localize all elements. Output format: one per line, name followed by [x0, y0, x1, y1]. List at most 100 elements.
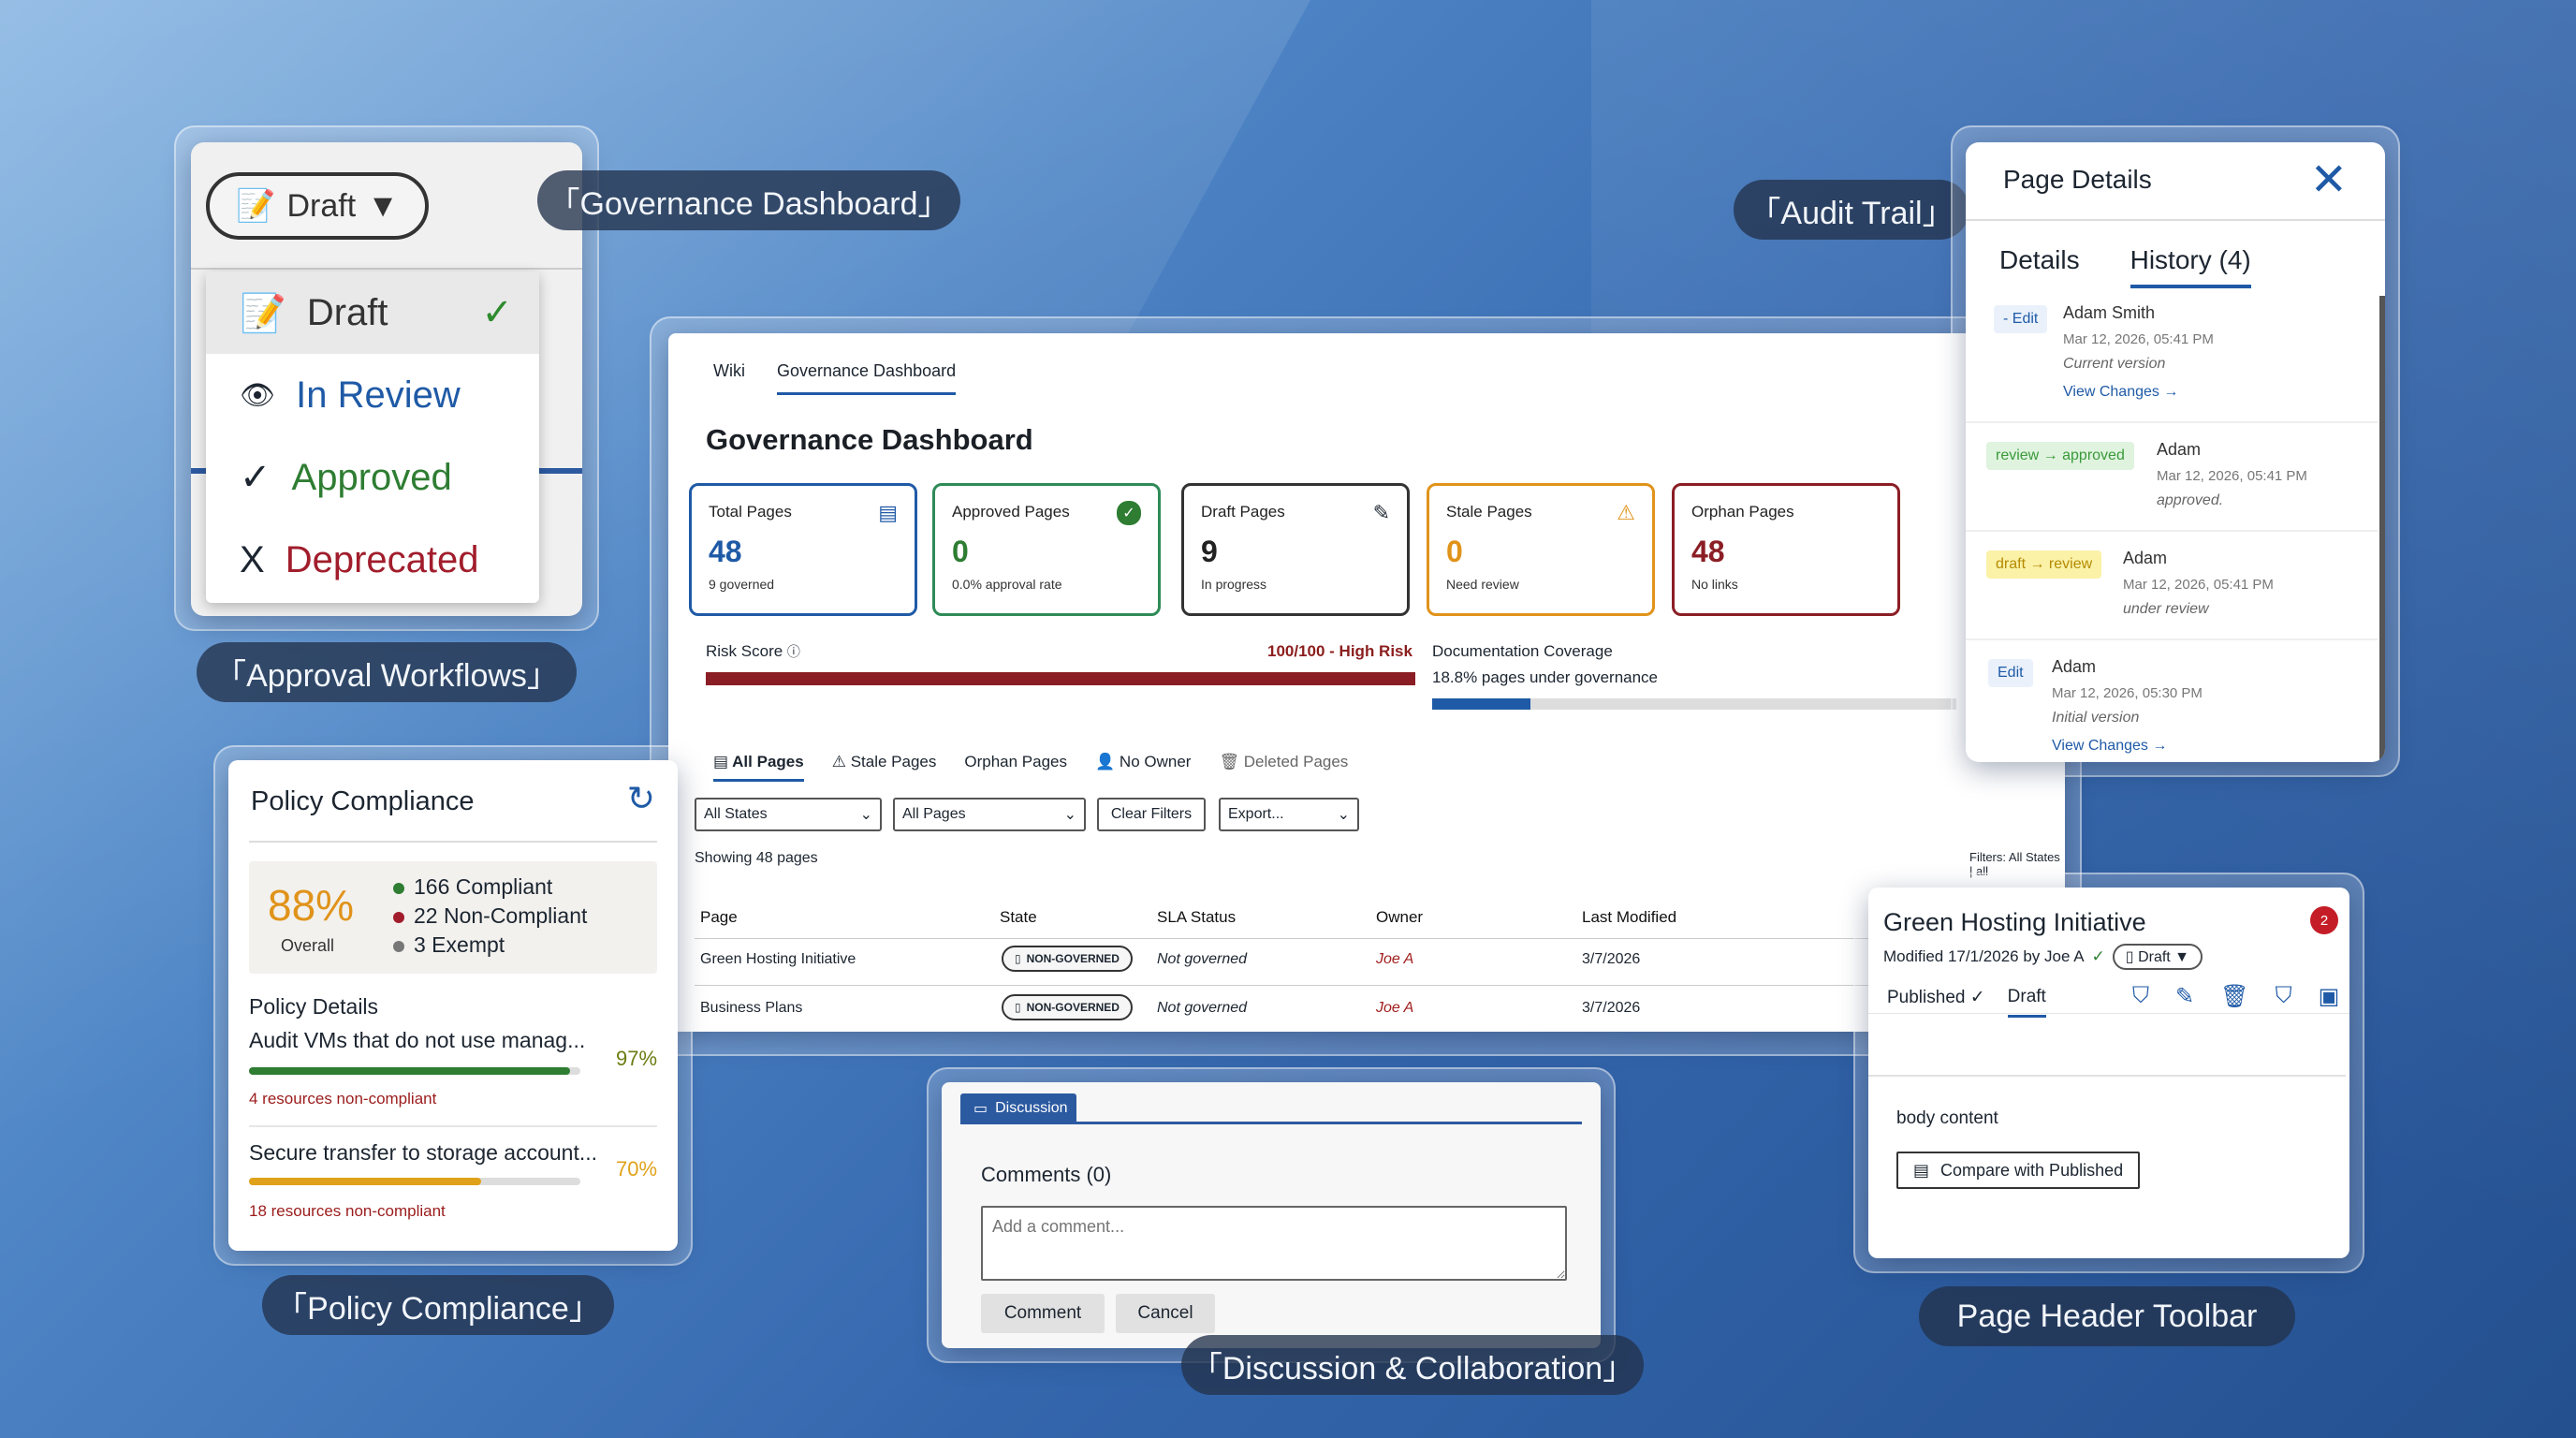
- tab-details[interactable]: Details: [1999, 245, 2080, 288]
- menu-item-draft[interactable]: 📝 Draft ✓: [206, 271, 539, 354]
- tab-orphan-pages[interactable]: Orphan Pages: [964, 753, 1067, 782]
- policy-percentage: 97%: [616, 1047, 658, 1070]
- cancel-button[interactable]: Cancel: [1116, 1294, 1215, 1333]
- toolbar-actions: ⛉ ✎ 🗑 ⛉ ▣: [2132, 983, 2339, 1010]
- state-badge: ▯ NON-GOVERNED: [1002, 946, 1133, 972]
- cell-page[interactable]: Business Plans: [700, 1000, 802, 1017]
- tab-all-pages[interactable]: ▤ All Pages: [713, 753, 804, 782]
- tab-underline: [960, 1122, 1582, 1124]
- stat-sub: 0.0% approval rate: [952, 577, 1062, 592]
- policy-name[interactable]: Audit VMs that do not use manag...: [249, 1028, 585, 1053]
- check-icon: ✓: [240, 457, 271, 498]
- compliance-summary: 88% Overall 166 Compliant 22 Non-Complia…: [249, 861, 657, 974]
- scrollbar[interactable]: [2379, 296, 2385, 762]
- approval-workflow-card: 📝 Draft ▼ 📝 Draft ✓ 👁 In Review ✓ Approv…: [191, 142, 582, 616]
- chevron-down-icon: ⌄: [1337, 807, 1350, 823]
- cell-page[interactable]: Green Hosting Initiative: [700, 951, 856, 968]
- compare-with-published-button[interactable]: ▤ Compare with Published: [1896, 1152, 2141, 1189]
- clear-filters-button[interactable]: Clear Filters: [1097, 798, 1206, 831]
- menu-item-label: Deprecated: [285, 538, 479, 580]
- divider: [1966, 421, 2378, 423]
- tab-governance-dashboard[interactable]: Governance Dashboard: [777, 361, 957, 395]
- state-dropdown-button[interactable]: 📝 Draft ▼: [206, 172, 429, 240]
- refresh-icon[interactable]: ↻: [627, 779, 655, 818]
- divider: [1868, 1075, 2346, 1077]
- badge-text: NON-GOVERNED: [1026, 952, 1120, 965]
- stat-sub: Need review: [1446, 577, 1519, 592]
- page-title: Green Hosting Initiative: [1883, 908, 2146, 936]
- compliance-legend: 166 Compliant 22 Non-Compliant 3 Exempt: [393, 873, 587, 960]
- info-icon: ⓘ: [786, 644, 800, 659]
- document-icon: ▯: [2125, 949, 2134, 965]
- history-note: Current version: [2063, 356, 2166, 372]
- history-tag: draft → review: [1986, 550, 2102, 579]
- legend-text: 3 Exempt: [414, 932, 505, 957]
- coverage-bar-track: [1432, 698, 1956, 710]
- non-compliant-count[interactable]: 4 resources non-compliant: [249, 1090, 436, 1108]
- tab-no-owner[interactable]: 👤 No Owner: [1095, 753, 1191, 782]
- x-icon: X: [240, 538, 265, 580]
- policy-bar-fill: [249, 1067, 571, 1075]
- pages-select[interactable]: All Pages ⌄: [893, 798, 1086, 831]
- tab-deleted-pages[interactable]: 🗑 Deleted Pages: [1219, 753, 1348, 782]
- draft-state-dropdown[interactable]: ▯ Draft ▼: [2112, 944, 2203, 970]
- menu-item-deprecated[interactable]: X Deprecated: [206, 519, 539, 601]
- stat-card-approved-pages[interactable]: Approved Pages 0 0.0% approval rate ✓: [932, 483, 1161, 616]
- tab-history[interactable]: History (4): [2130, 245, 2251, 288]
- menu-item-in-review[interactable]: 👁 In Review: [206, 354, 539, 436]
- save-icon[interactable]: ▣: [2319, 983, 2340, 1010]
- close-icon[interactable]: ✕: [2310, 154, 2348, 206]
- cell-sla: Not governed: [1157, 1000, 1248, 1016]
- view-changes-link[interactable]: View Changes →: [2063, 384, 2178, 401]
- pencil-icon[interactable]: ✎: [2175, 983, 2194, 1010]
- comments-heading: Comments (0): [981, 1163, 1112, 1186]
- stat-card-orphan-pages[interactable]: Orphan Pages 48 No links: [1672, 483, 1900, 616]
- stat-sub: No links: [1691, 577, 1738, 592]
- page-header-card: Green Hosting Initiative 2 Modified 17/1…: [1868, 888, 2349, 1258]
- divider: [1868, 1013, 2349, 1014]
- stat-card-total-pages[interactable]: Total Pages 48 9 governed ▤: [689, 483, 917, 616]
- view-changes-link[interactable]: View Changes →: [2052, 738, 2167, 755]
- tab-wiki[interactable]: Wiki: [713, 361, 745, 395]
- menu-item-approved[interactable]: ✓ Approved: [206, 436, 539, 519]
- approval-workflows-label: 「Approval Workflows」: [197, 642, 577, 702]
- non-compliant-count[interactable]: 18 resources non-compliant: [249, 1202, 446, 1221]
- stat-sub: In progress: [1201, 577, 1267, 592]
- card-title: Policy Compliance: [251, 786, 475, 816]
- policy-bar-track: [249, 1067, 580, 1075]
- check-circle-icon: ✓: [1117, 501, 1141, 525]
- history-author: Adam Smith: [2063, 303, 2156, 322]
- states-select[interactable]: All States ⌄: [695, 798, 882, 831]
- column-header-page[interactable]: Page: [700, 908, 738, 927]
- trash-icon[interactable]: 🗑: [2220, 983, 2248, 1010]
- notification-badge[interactable]: 2: [2310, 906, 2338, 934]
- shield-icon[interactable]: ⛉: [2132, 983, 2149, 1010]
- document-icon: ▯: [1015, 1001, 1021, 1014]
- column-header-owner[interactable]: Owner: [1376, 908, 1423, 927]
- tab-stale-pages[interactable]: ⚠ Stale Pages: [832, 753, 937, 782]
- filter-tabs: ▤ All Pages ⚠ Stale Pages Orphan Pages 👤…: [713, 753, 1348, 782]
- risk-score-value: 100/100 - High Risk: [1267, 642, 1412, 660]
- row-divider: [695, 938, 1996, 939]
- policy-name[interactable]: Secure transfer to storage account...: [249, 1140, 597, 1166]
- panel-title: Page Details: [2003, 165, 2152, 194]
- policy-bar-track: [249, 1178, 580, 1185]
- column-header-state[interactable]: State: [1000, 908, 1037, 927]
- comment-button[interactable]: Comment: [981, 1294, 1105, 1333]
- cell-owner: Joe A: [1376, 1000, 1414, 1016]
- discussion-tab[interactable]: ▭ Discussion: [960, 1093, 1076, 1123]
- history-tag: Edit: [1988, 659, 2033, 687]
- export-select[interactable]: Export... ⌄: [1219, 798, 1359, 831]
- stat-card-draft-pages[interactable]: Draft Pages 9 In progress ✎: [1181, 483, 1410, 616]
- dropdown-label: Draft ▼: [2138, 949, 2190, 965]
- stat-card-stale-pages[interactable]: Stale Pages 0 Need review ⚠: [1427, 483, 1655, 616]
- column-header-last-modified[interactable]: Last Modified: [1582, 908, 1676, 927]
- shield-outline-icon[interactable]: ⛉: [2276, 983, 2292, 1010]
- select-value: Export...: [1228, 806, 1284, 822]
- stat-sub: 9 governed: [709, 577, 775, 592]
- policy-details-heading: Policy Details: [249, 994, 379, 1019]
- column-header-sla[interactable]: SLA Status: [1157, 908, 1236, 927]
- divider: [191, 268, 582, 270]
- comment-input[interactable]: [981, 1206, 1567, 1281]
- tab-label: Discussion: [995, 1100, 1068, 1116]
